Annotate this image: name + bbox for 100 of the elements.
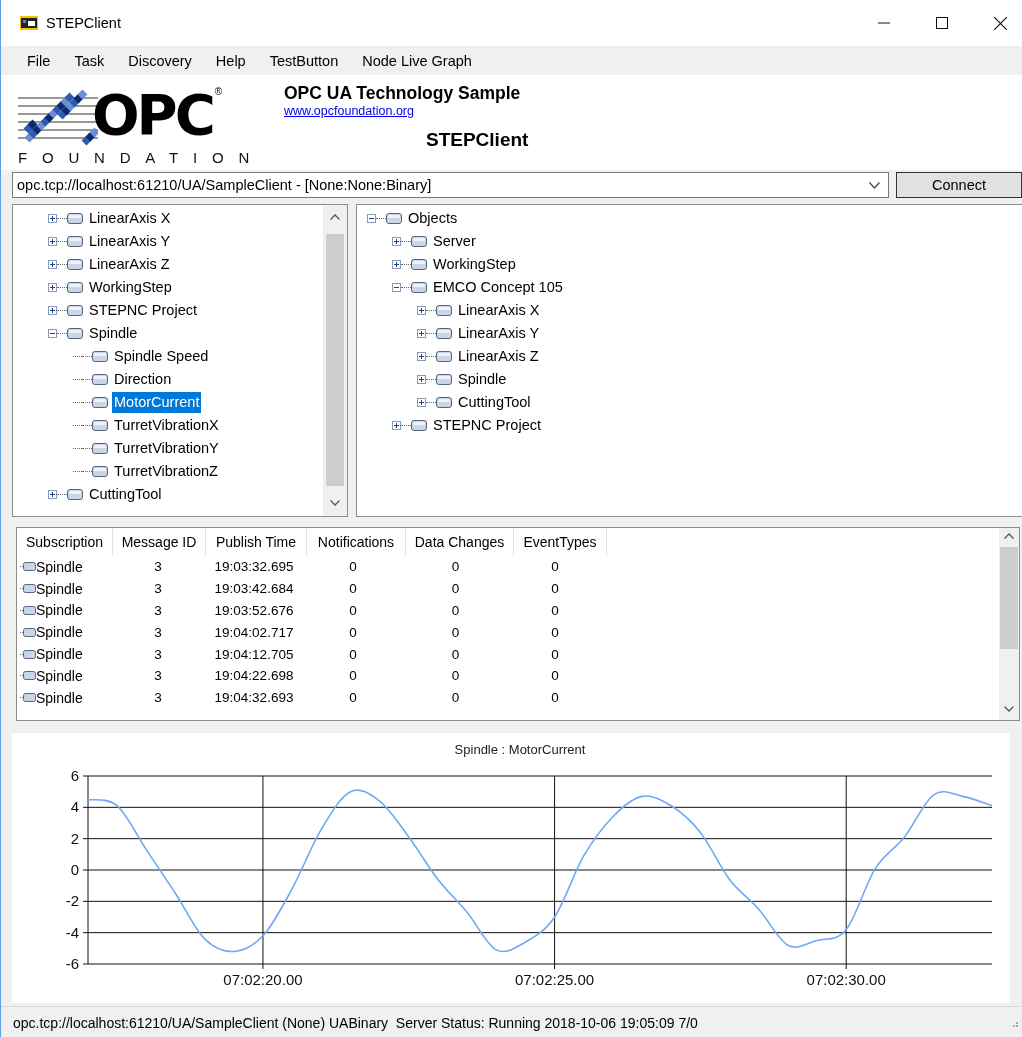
column-header[interactable]: Subscription (17, 528, 113, 556)
y-tick-label: 6 (70, 767, 79, 784)
tree-node[interactable]: Spindle (456, 369, 509, 390)
expand-icon[interactable] (417, 306, 426, 315)
table-cell-text: 0 (550, 624, 560, 640)
table-cell-text: 3 (153, 690, 163, 706)
table-cell: Spindle (36, 602, 83, 619)
scrollbar[interactable] (323, 205, 347, 516)
node-icon (20, 649, 36, 659)
expand-icon[interactable] (392, 237, 401, 246)
expand-icon[interactable] (417, 329, 426, 338)
tree-node[interactable]: MotorCurrent (112, 392, 202, 413)
tree-node[interactable]: Direction (112, 369, 174, 390)
chart-title: Spindle : MotorCurrent (454, 742, 586, 757)
table-cell-text: 0 (348, 690, 358, 706)
connect-button[interactable]: Connect (896, 172, 1022, 198)
expand-icon[interactable] (417, 398, 426, 407)
scroll-down-icon[interactable] (330, 500, 340, 506)
node-icon (92, 420, 108, 431)
tree-node[interactable]: LinearAxis X (456, 300, 542, 321)
expand-icon[interactable] (392, 260, 401, 269)
node-icon (411, 236, 427, 247)
tree-node[interactable]: Spindle Speed (112, 346, 211, 367)
table-cell-text: 0 (348, 646, 358, 662)
x-tick-label: 07:02:20.00 (223, 971, 303, 988)
expand-icon[interactable] (48, 260, 57, 269)
collapse-icon[interactable] (367, 214, 376, 223)
scroll-up-icon[interactable] (330, 214, 340, 220)
close-icon[interactable] (994, 16, 1007, 30)
menu-item[interactable]: Task (74, 52, 105, 69)
node-icon (436, 397, 452, 408)
y-tick-label: -2 (65, 892, 79, 910)
tree-node[interactable]: EMCO Concept 105 (431, 277, 565, 298)
expand-icon[interactable] (48, 237, 57, 246)
menu-item[interactable]: Discovery (128, 52, 192, 69)
tree-node[interactable]: LinearAxis Y (87, 231, 173, 252)
column-header[interactable]: Publish Time (206, 528, 307, 556)
collapse-icon[interactable] (48, 329, 57, 338)
scroll-down-icon[interactable] (1004, 706, 1014, 712)
menu-item[interactable]: TestButton (269, 52, 339, 69)
tree-node[interactable]: Server (431, 231, 478, 252)
table-cell: Spindle (36, 667, 83, 684)
column-header[interactable]: EventTypes (514, 528, 607, 556)
node-icon (67, 305, 83, 316)
collapse-icon[interactable] (392, 283, 401, 292)
chevron-down-icon (869, 181, 880, 189)
table-cell-text: 0 (450, 668, 461, 684)
menu-item[interactable]: Node Live Graph (362, 52, 472, 69)
tree-node[interactable]: Spindle (87, 323, 140, 344)
node-icon (92, 443, 108, 454)
table-cell-text: 19:04:22.698 (213, 668, 295, 684)
tree-node[interactable]: TurretVibrationY (112, 438, 221, 459)
node-icon (20, 693, 36, 703)
column-header[interactable]: Notifications (307, 528, 406, 556)
tree-node[interactable]: Objects (406, 208, 460, 229)
table-cell-text: 0 (450, 690, 461, 706)
table-cell-text: 0 (550, 668, 560, 684)
expand-icon[interactable] (48, 214, 57, 223)
column-header[interactable]: Data Changes (406, 528, 514, 556)
node-icon (67, 236, 83, 247)
expand-icon[interactable] (48, 490, 57, 499)
table-cell-text: 3 (153, 624, 163, 640)
node-icon (436, 305, 452, 316)
scroll-up-icon[interactable] (1004, 533, 1014, 539)
y-tick-label: 2 (70, 829, 79, 847)
tree-node[interactable]: LinearAxis Z (456, 346, 541, 367)
tree-node[interactable]: TurretVibrationX (112, 415, 221, 436)
menu-item[interactable]: Help (215, 52, 246, 69)
tree-node[interactable]: LinearAxis Y (456, 323, 542, 344)
menu-item[interactable]: File (27, 52, 51, 69)
table-cell: Spindle (36, 558, 83, 575)
table-cell-text: 0 (550, 581, 560, 597)
endpoint-dropdown[interactable]: opc.tcp://localhost:61210/UA/SampleClient - [None:None:Binary] (12, 172, 889, 198)
tree-node[interactable]: STEPNC Project (87, 300, 199, 321)
tree-node[interactable]: LinearAxis X (87, 208, 173, 229)
table-cell: Spindle (36, 624, 83, 641)
node-icon (92, 374, 108, 385)
expand-icon[interactable] (417, 375, 426, 384)
tree-node[interactable]: TurretVibrationZ (112, 461, 220, 482)
y-tick-label: 4 (70, 798, 79, 816)
column-header[interactable]: Message ID (113, 528, 206, 556)
expand-icon[interactable] (48, 306, 57, 315)
table-cell-text: 3 (153, 603, 163, 618)
tree-node[interactable]: LinearAxis Z (87, 254, 172, 275)
tree-node[interactable]: CuttingTool (87, 484, 164, 505)
website-link[interactable]: www.opcfoundation.org (284, 104, 414, 119)
expand-icon[interactable] (417, 352, 426, 361)
table-cell-text: 0 (348, 559, 358, 575)
node-icon (67, 259, 83, 270)
node-icon (20, 627, 36, 637)
app-icon (20, 16, 38, 30)
tree-node[interactable]: CuttingTool (456, 392, 533, 413)
expand-icon[interactable] (48, 283, 57, 292)
tree-node[interactable]: STEPNC Project (431, 415, 543, 436)
tree-node[interactable]: WorkingStep (87, 277, 174, 298)
y-tick-label: -4 (65, 923, 79, 941)
scrollbar[interactable] (999, 528, 1019, 720)
expand-icon[interactable] (392, 421, 401, 430)
maximize-icon[interactable] (936, 17, 948, 29)
tree-node[interactable]: WorkingStep (431, 254, 518, 275)
